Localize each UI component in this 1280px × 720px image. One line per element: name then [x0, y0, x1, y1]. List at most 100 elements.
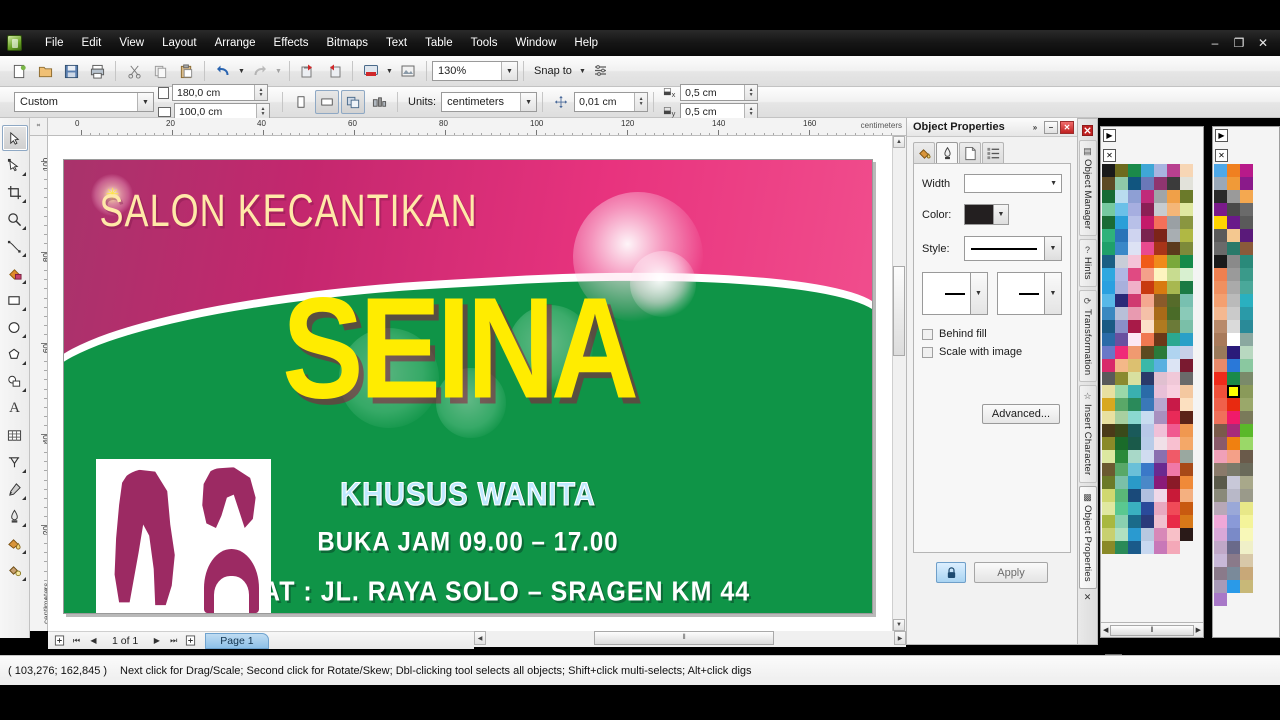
- outline-color-picker[interactable]: ▼: [964, 204, 1009, 225]
- color-swatch[interactable]: [1227, 346, 1240, 359]
- smart-fill-tool[interactable]: [2, 260, 28, 286]
- redo-dropdown-icon[interactable]: ▼: [273, 60, 284, 82]
- color-swatch[interactable]: [1141, 242, 1154, 255]
- artwork-brand-name[interactable]: SEINA: [282, 276, 639, 420]
- rectangle-tool[interactable]: [2, 287, 28, 313]
- color-swatch[interactable]: [1167, 359, 1180, 372]
- color-swatch[interactable]: [1141, 385, 1154, 398]
- color-swatch[interactable]: [1227, 450, 1240, 463]
- color-swatch[interactable]: [1115, 333, 1128, 346]
- parallel-dimension-tool[interactable]: [2, 449, 28, 475]
- color-swatch[interactable]: [1167, 268, 1180, 281]
- color-swatch[interactable]: [1128, 476, 1141, 489]
- eyedropper-tool[interactable]: [2, 476, 28, 502]
- color-swatch[interactable]: [1141, 294, 1154, 307]
- apply-button[interactable]: Apply: [974, 562, 1048, 583]
- color-swatch[interactable]: [1167, 541, 1180, 554]
- paper-type-select[interactable]: Custom ▼: [14, 92, 154, 112]
- docker-expand-icon[interactable]: »: [1028, 121, 1042, 134]
- color-swatch[interactable]: [1128, 450, 1141, 463]
- color-swatch[interactable]: [1102, 164, 1115, 177]
- page-width-spinner[interactable]: ▲ ▼: [254, 85, 267, 100]
- color-swatch[interactable]: [1240, 307, 1253, 320]
- color-swatch[interactable]: [1214, 567, 1227, 580]
- color-swatch[interactable]: [1167, 528, 1180, 541]
- palette-primary-menu-icon[interactable]: ▶: [1103, 129, 1116, 142]
- import-icon[interactable]: [296, 59, 320, 83]
- color-swatch[interactable]: [1102, 281, 1115, 294]
- color-swatch[interactable]: [1154, 502, 1167, 515]
- color-swatch[interactable]: [1227, 333, 1240, 346]
- restore-button[interactable]: ❐: [1228, 34, 1250, 52]
- color-swatch[interactable]: [1128, 359, 1141, 372]
- export-icon[interactable]: [322, 59, 346, 83]
- color-swatch[interactable]: [1154, 242, 1167, 255]
- color-swatch[interactable]: [1227, 411, 1240, 424]
- color-swatch[interactable]: [1154, 203, 1167, 216]
- duplicate-y-spinner[interactable]: ▲ ▼: [744, 104, 758, 119]
- zoom-tool[interactable]: [2, 206, 28, 232]
- color-swatch[interactable]: [1214, 411, 1227, 424]
- color-swatch[interactable]: [1167, 216, 1180, 229]
- color-swatch[interactable]: [1102, 398, 1115, 411]
- outline-tool[interactable]: [2, 503, 28, 529]
- color-swatch[interactable]: [1214, 216, 1227, 229]
- color-swatch[interactable]: [1227, 567, 1240, 580]
- color-swatch[interactable]: [1115, 203, 1128, 216]
- color-swatch[interactable]: [1214, 164, 1227, 177]
- color-swatch[interactable]: [1240, 203, 1253, 216]
- color-swatch[interactable]: [1102, 541, 1115, 554]
- color-swatch[interactable]: [1102, 203, 1115, 216]
- paste-icon[interactable]: [174, 59, 198, 83]
- polygon-tool[interactable]: [2, 341, 28, 367]
- color-swatch[interactable]: [1154, 359, 1167, 372]
- color-swatch[interactable]: [1115, 294, 1128, 307]
- color-swatch[interactable]: [1128, 463, 1141, 476]
- color-swatch[interactable]: [1167, 385, 1180, 398]
- color-swatch[interactable]: [1167, 320, 1180, 333]
- color-swatch[interactable]: [1115, 385, 1128, 398]
- color-swatch[interactable]: [1102, 515, 1115, 528]
- color-swatch[interactable]: [1240, 385, 1253, 398]
- color-swatch[interactable]: [1115, 489, 1128, 502]
- color-swatch[interactable]: [1180, 216, 1193, 229]
- color-swatch[interactable]: [1102, 333, 1115, 346]
- color-swatch[interactable]: [1180, 307, 1193, 320]
- color-swatch[interactable]: [1180, 190, 1193, 203]
- color-swatch[interactable]: [1154, 255, 1167, 268]
- color-swatch[interactable]: [1141, 515, 1154, 528]
- color-swatch[interactable]: [1240, 164, 1253, 177]
- color-swatch[interactable]: [1141, 216, 1154, 229]
- color-swatch[interactable]: [1128, 346, 1141, 359]
- lock-apply-button[interactable]: [936, 562, 966, 583]
- color-swatch[interactable]: [1141, 307, 1154, 320]
- color-swatch[interactable]: [1214, 476, 1227, 489]
- color-swatch[interactable]: [1128, 541, 1141, 554]
- color-swatch[interactable]: [1180, 450, 1193, 463]
- color-swatch[interactable]: [1214, 190, 1227, 203]
- color-swatch[interactable]: [1154, 294, 1167, 307]
- color-swatch[interactable]: [1154, 411, 1167, 424]
- color-swatch[interactable]: [1128, 489, 1141, 502]
- color-swatch[interactable]: [1214, 541, 1227, 554]
- color-swatch[interactable]: [1240, 398, 1253, 411]
- orientation-landscape-icon[interactable]: [315, 90, 339, 114]
- color-swatch[interactable]: [1167, 190, 1180, 203]
- color-swatch[interactable]: [1214, 177, 1227, 190]
- palette-scroll-thumb[interactable]: ‖: [1110, 624, 1194, 636]
- color-swatch[interactable]: [1227, 268, 1240, 281]
- color-swatch[interactable]: [1167, 372, 1180, 385]
- color-swatch[interactable]: [1167, 463, 1180, 476]
- page-1[interactable]: SALON KECANTIKAN SEINA KHUSUS WANITA BUK…: [63, 159, 873, 614]
- color-swatch[interactable]: [1154, 398, 1167, 411]
- color-swatch[interactable]: [1227, 554, 1240, 567]
- color-swatch[interactable]: [1214, 437, 1227, 450]
- zoom-level-dropdown-icon[interactable]: ▼: [501, 62, 517, 80]
- color-swatch[interactable]: [1180, 203, 1193, 216]
- color-swatch[interactable]: [1154, 216, 1167, 229]
- color-swatch[interactable]: [1141, 177, 1154, 190]
- color-swatch[interactable]: [1154, 307, 1167, 320]
- first-page-button[interactable]: ⏮: [69, 633, 84, 648]
- color-swatch[interactable]: [1154, 164, 1167, 177]
- behind-fill-checkbox[interactable]: [922, 328, 933, 340]
